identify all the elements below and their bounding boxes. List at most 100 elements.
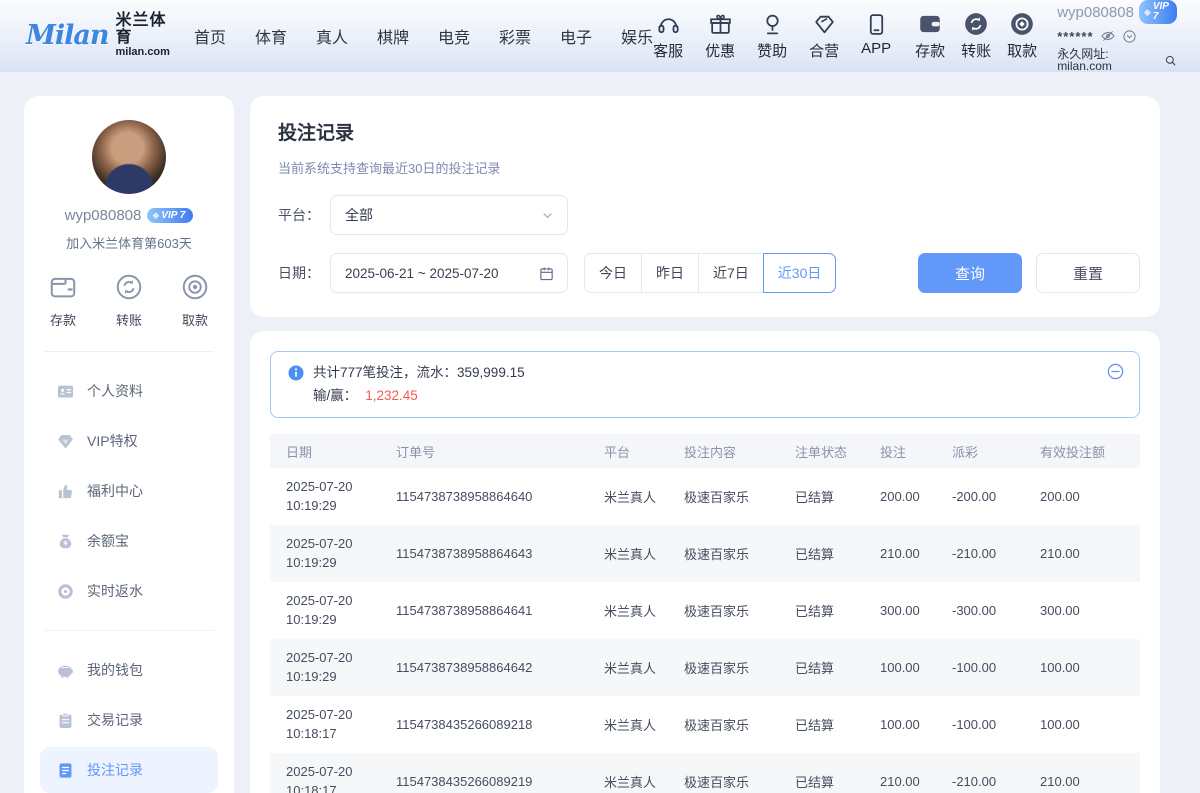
- menu-item-icon: [56, 382, 75, 401]
- quick-action-icon: [180, 272, 210, 302]
- header-quick-link[interactable]: 客服: [653, 11, 683, 61]
- cell-payout: -210.00: [952, 546, 1040, 561]
- join-days-text: 加入米兰体育第603天: [38, 233, 220, 252]
- header-wallet-link[interactable]: 存款: [915, 11, 945, 61]
- search-button[interactable]: 查询: [918, 253, 1022, 293]
- cell-status: 已结算: [795, 601, 880, 620]
- quick-action-icon: [48, 272, 78, 302]
- refresh-balance-icon[interactable]: [1122, 29, 1137, 44]
- sidebar-menu-item[interactable]: 余额宝: [40, 518, 218, 564]
- cell-bet: 210.00: [880, 546, 952, 561]
- sidebar-quick-action[interactable]: 存款: [48, 272, 78, 329]
- cell-date: 2025-07-2010:18:17: [286, 706, 396, 744]
- sidebar-menu-item[interactable]: 实时返水: [40, 568, 218, 614]
- quick-date-button[interactable]: 近7日: [699, 253, 764, 293]
- menu-item-icon: [56, 432, 75, 451]
- wallet-link-icon: [1009, 11, 1035, 37]
- nav-item[interactable]: 电子: [560, 24, 592, 48]
- sidebar-menu-item[interactable]: 福利中心: [40, 468, 218, 514]
- sidebar: wyp080808 ◆ VIP 7 加入米兰体育第603天 存款 转账 取款: [24, 96, 234, 793]
- cell-content: 极速百家乐: [684, 601, 795, 620]
- cell-payout: -100.00: [952, 660, 1040, 675]
- main-nav: 首页 体育 真人 棋牌 电竞 彩票 电子 娱乐: [194, 24, 653, 48]
- cell-payout: -200.00: [952, 489, 1040, 504]
- cell-order: 1154738435266089218: [396, 717, 604, 732]
- quick-link-icon: [708, 11, 733, 37]
- date-range-input[interactable]: 2025-06-21 ~ 2025-07-20: [330, 253, 568, 293]
- quick-date-button[interactable]: 近30日: [763, 253, 837, 293]
- nav-item[interactable]: 首页: [194, 24, 226, 48]
- vip-diamond-icon: ◆: [152, 210, 159, 221]
- table-row[interactable]: 2025-07-2010:19:29 1154738738958864640 米…: [270, 468, 1140, 525]
- nav-item[interactable]: 棋牌: [377, 24, 409, 48]
- sidebar-menu-item[interactable]: 个人资料: [40, 368, 218, 414]
- quick-action-icon: [114, 272, 144, 302]
- table-row[interactable]: 2025-07-2010:19:29 1154738738958864642 米…: [270, 639, 1140, 696]
- cell-order: 1154738738958864641: [396, 603, 604, 618]
- summary-box: 共计777笔投注，流水：359,999.15 输/赢：1,232.45: [270, 351, 1140, 418]
- cell-status: 已结算: [795, 487, 880, 506]
- cell-content: 极速百家乐: [684, 487, 795, 506]
- sidebar-menu-item[interactable]: 我的钱包: [40, 647, 218, 693]
- nav-item[interactable]: 娱乐: [621, 24, 653, 48]
- nav-item[interactable]: 彩票: [499, 24, 531, 48]
- cell-bet: 300.00: [880, 603, 952, 618]
- quick-date-button[interactable]: 今日: [584, 253, 642, 293]
- header-wallet-link[interactable]: 取款: [1007, 11, 1037, 61]
- header-quick-link[interactable]: APP: [861, 11, 891, 61]
- cell-order: 1154738738958864640: [396, 489, 604, 504]
- table-header: 日期订单号平台投注内容注单状态投注派彩有效投注额: [270, 434, 1140, 468]
- platform-label: 平台：: [278, 205, 330, 225]
- info-icon: [287, 364, 305, 382]
- wallet-link-icon: [963, 11, 989, 37]
- cell-bet: 100.00: [880, 717, 952, 732]
- header-quick-link[interactable]: 优惠: [705, 11, 735, 61]
- table-header-cell: 派彩: [952, 442, 1040, 461]
- cell-content: 极速百家乐: [684, 772, 795, 791]
- cell-order: 1154738738958864642: [396, 660, 604, 675]
- search-icon[interactable]: [1164, 54, 1177, 67]
- site-logo[interactable]: Milan 米兰体育 milan.com: [26, 13, 170, 58]
- cell-platform: 米兰真人: [604, 601, 684, 620]
- eye-off-icon[interactable]: [1100, 28, 1116, 44]
- sidebar-quick-action[interactable]: 转账: [114, 272, 144, 329]
- table-row[interactable]: 2025-07-2010:18:17 1154738435266089218 米…: [270, 696, 1140, 753]
- quick-date-group: 今日昨日近7日近30日: [584, 253, 836, 293]
- header-quick-link[interactable]: 赞助: [757, 11, 787, 61]
- table-header-cell: 投注内容: [684, 442, 795, 461]
- cell-date: 2025-07-2010:19:29: [286, 592, 396, 630]
- cell-bet: 200.00: [880, 489, 952, 504]
- table-header-cell: 日期: [286, 442, 396, 461]
- table-row[interactable]: 2025-07-2010:18:17 1154738435266089219 米…: [270, 753, 1140, 793]
- nav-item[interactable]: 真人: [316, 24, 348, 48]
- masked-balance: ******: [1057, 30, 1093, 43]
- cell-payout: -210.00: [952, 774, 1040, 789]
- table-row[interactable]: 2025-07-2010:19:29 1154738738958864643 米…: [270, 525, 1140, 582]
- sidebar-menu-item[interactable]: VIP特权: [40, 418, 218, 464]
- menu-item-icon: [56, 482, 75, 501]
- sidebar-menu-item[interactable]: 投注记录: [40, 747, 218, 793]
- sidebar-menu-item[interactable]: 交易记录: [40, 697, 218, 743]
- cell-valid: 200.00: [1040, 489, 1124, 504]
- sidebar-profile: wyp080808 ◆ VIP 7 加入米兰体育第603天: [38, 120, 220, 252]
- table-row[interactable]: 2025-07-2010:19:29 1154738738958864641 米…: [270, 582, 1140, 639]
- cell-bet: 210.00: [880, 774, 952, 789]
- logo-wordmark: Milan: [26, 20, 109, 51]
- sidebar-menu-secondary: 我的钱包 交易记录 投注记录: [38, 641, 220, 793]
- header-quick-link[interactable]: 合营: [809, 11, 839, 61]
- profile-avatar[interactable]: [92, 120, 166, 194]
- header-wallet-link[interactable]: 转账: [961, 11, 991, 61]
- reset-button[interactable]: 重置: [1036, 253, 1140, 293]
- cell-valid: 210.00: [1040, 546, 1124, 561]
- quick-date-button[interactable]: 昨日: [642, 253, 699, 293]
- cell-content: 极速百家乐: [684, 544, 795, 563]
- wallet-link-icon: [917, 11, 943, 37]
- collapse-summary-icon[interactable]: [1106, 362, 1125, 381]
- sidebar-quick-action[interactable]: 取款: [180, 272, 210, 329]
- nav-item[interactable]: 体育: [255, 24, 287, 48]
- vip-badge: ◆ VIP 7: [1139, 0, 1177, 24]
- nav-item[interactable]: 电竞: [438, 24, 470, 48]
- records-card: 共计777笔投注，流水：359,999.15 输/赢：1,232.45 日期订单…: [250, 331, 1160, 793]
- platform-select[interactable]: 全部: [330, 195, 568, 235]
- profile-vip-badge: ◆ VIP 7: [147, 208, 193, 223]
